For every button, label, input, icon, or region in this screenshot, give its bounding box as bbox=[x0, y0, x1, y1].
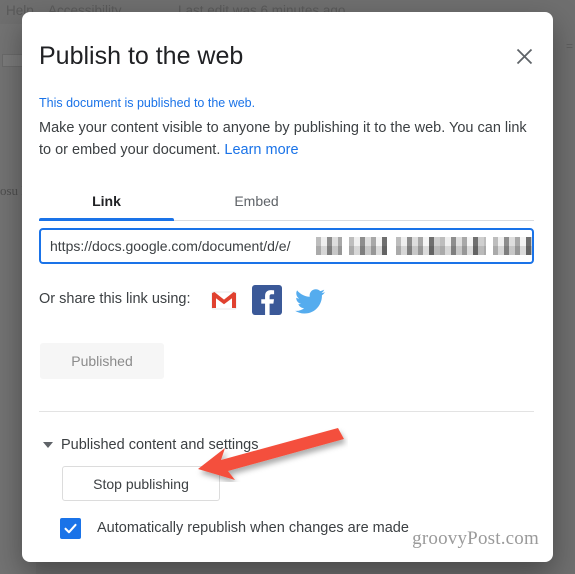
published-status-text: This document is published to the web. bbox=[39, 96, 256, 110]
auto-republish-label: Automatically republish when changes are… bbox=[97, 520, 409, 536]
stop-publishing-button[interactable]: Stop publishing bbox=[62, 466, 220, 501]
twitter-icon bbox=[295, 289, 325, 314]
url-redaction-block bbox=[493, 237, 532, 255]
dialog-title: Publish to the web bbox=[39, 42, 244, 70]
url-redaction-block bbox=[396, 237, 486, 255]
active-tab-indicator bbox=[39, 218, 174, 221]
gmail-share-button[interactable] bbox=[207, 283, 241, 317]
twitter-share-button[interactable] bbox=[293, 283, 327, 317]
facebook-icon bbox=[252, 285, 282, 315]
section-divider bbox=[39, 411, 534, 412]
facebook-share-button[interactable] bbox=[250, 283, 284, 317]
dialog-tabs: Link Embed bbox=[39, 184, 534, 221]
share-link-label: Or share this link using: bbox=[39, 291, 191, 307]
learn-more-link[interactable]: Learn more bbox=[224, 142, 298, 158]
gmail-icon bbox=[211, 291, 237, 310]
watermark: groovyPost.com bbox=[412, 528, 539, 549]
published-button: Published bbox=[40, 343, 164, 379]
url-redaction-block bbox=[316, 237, 342, 255]
publish-url-value: https://docs.google.com/document/d/e/ bbox=[50, 238, 291, 254]
close-icon bbox=[516, 48, 532, 64]
auto-republish-checkbox[interactable] bbox=[60, 517, 81, 539]
tab-embed[interactable]: Embed bbox=[189, 184, 324, 219]
dialog-description: Make your content visible to anyone by p… bbox=[39, 117, 527, 161]
close-dialog-button[interactable] bbox=[507, 39, 541, 73]
auto-republish-row[interactable]: Automatically republish when changes are… bbox=[60, 515, 409, 541]
published-content-settings-expander[interactable]: Published content and settings bbox=[43, 435, 259, 455]
chevron-down-icon bbox=[43, 442, 53, 448]
background-right-marks: = bbox=[565, 39, 573, 53]
url-redaction-block bbox=[349, 237, 387, 255]
tab-link[interactable]: Link bbox=[39, 184, 174, 219]
checkmark-icon bbox=[64, 523, 77, 533]
expander-label: Published content and settings bbox=[61, 437, 259, 453]
publish-url-input[interactable]: https://docs.google.com/document/d/e/ bbox=[39, 228, 534, 264]
publish-to-web-dialog: Publish to the web This document is publ… bbox=[22, 12, 553, 562]
